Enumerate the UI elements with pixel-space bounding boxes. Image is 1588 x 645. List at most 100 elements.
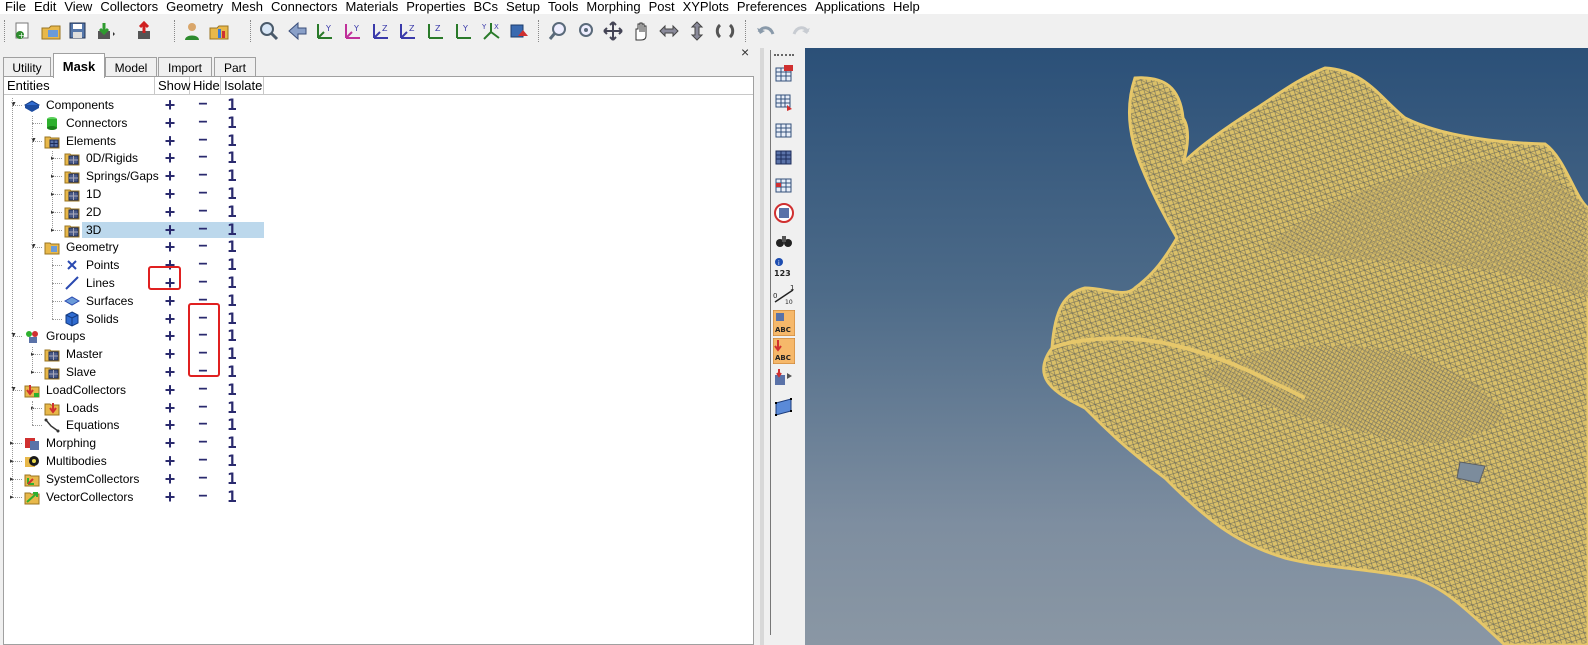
label-abc-icon[interactable]: ABC: [773, 310, 795, 336]
import-icon[interactable]: [95, 20, 117, 42]
menu-preferences[interactable]: Preferences: [733, 0, 811, 13]
hide-button[interactable]: −: [190, 114, 216, 132]
hide-button[interactable]: −: [190, 221, 216, 239]
tree-row[interactable]: ▸ 0D/Rigids + −1: [4, 149, 753, 168]
hand-icon[interactable]: [630, 20, 652, 42]
menu-bcs[interactable]: BCs: [469, 0, 502, 13]
isolate-button[interactable]: 1: [221, 363, 243, 381]
iso-view-4-icon[interactable]: Z: [397, 20, 419, 42]
show-button[interactable]: +: [155, 363, 185, 381]
tree-row[interactable]: ▸ Master + −1: [4, 345, 753, 364]
tab-part[interactable]: Part: [214, 57, 256, 77]
tree-row[interactable]: ▸ Loads + −1: [4, 398, 753, 417]
menu-properties[interactable]: Properties: [402, 0, 469, 13]
show-button[interactable]: +: [155, 132, 185, 150]
toolbar-grip[interactable]: [4, 20, 6, 42]
panel-close-button[interactable]: ×: [741, 44, 749, 60]
show-button[interactable]: +: [155, 114, 185, 132]
show-button[interactable]: +: [155, 185, 185, 203]
hide-button[interactable]: −: [190, 96, 216, 114]
tree-row[interactable]: ▸ Morphing + −1: [4, 434, 753, 453]
mesh-model[interactable]: [805, 48, 1588, 645]
iso-view-3-icon[interactable]: Z: [370, 20, 392, 42]
hide-button[interactable]: −: [190, 434, 216, 452]
tab-model[interactable]: Model: [105, 57, 157, 77]
top-view-icon[interactable]: Z: [425, 20, 447, 42]
graphics-viewport[interactable]: [805, 48, 1588, 645]
tree-row[interactable]: Connectors + −1: [4, 113, 753, 132]
tree-row[interactable]: ▸ 2D + −1: [4, 202, 753, 221]
tree-row[interactable]: ▼ Elements + −1: [4, 131, 753, 150]
zoom-fit-icon[interactable]: [575, 20, 597, 42]
show-button[interactable]: +: [155, 488, 185, 506]
show-button[interactable]: +: [155, 96, 185, 114]
find-binoculars-icon[interactable]: [773, 230, 795, 252]
display-by-collector-icon[interactable]: [773, 91, 795, 113]
column-isolate[interactable]: Isolate: [221, 77, 264, 95]
isolate-button[interactable]: 1: [221, 149, 243, 167]
display-all-icon[interactable]: [773, 119, 795, 141]
export-icon[interactable]: [135, 20, 157, 42]
menu-collectors[interactable]: Collectors: [96, 0, 162, 13]
iso-view-1-icon[interactable]: Y: [314, 20, 336, 42]
user-profile-icon[interactable]: [181, 20, 203, 42]
show-button[interactable]: +: [155, 292, 185, 310]
isolate-button[interactable]: 1: [221, 113, 243, 132]
show-button[interactable]: +: [155, 399, 185, 417]
isolate-button[interactable]: 1: [221, 487, 243, 506]
menu-mesh[interactable]: Mesh: [227, 0, 267, 13]
tree-row[interactable]: ▼ Geometry + −1: [4, 238, 753, 257]
menu-materials[interactable]: Materials: [341, 0, 402, 13]
isolate-button[interactable]: 1: [221, 434, 243, 452]
isolate-button[interactable]: 1: [221, 96, 243, 114]
isolate-button[interactable]: 1: [221, 309, 243, 328]
tree-row[interactable]: ▸ Springs/Gaps + −1: [4, 167, 753, 186]
tab-import[interactable]: Import: [158, 57, 212, 77]
show-button[interactable]: +: [155, 149, 185, 167]
isolate-button[interactable]: 1: [221, 380, 243, 399]
show-button[interactable]: +: [155, 221, 185, 239]
menu-setup[interactable]: Setup: [502, 0, 544, 13]
menu-applications[interactable]: Applications: [811, 0, 889, 13]
tree-row[interactable]: ▸ 3D + −1: [4, 220, 753, 239]
menu-morphing[interactable]: Morphing: [582, 0, 644, 13]
isolate-button[interactable]: 1: [221, 256, 243, 274]
perspective-icon[interactable]: [508, 20, 530, 42]
show-button[interactable]: +: [155, 327, 185, 345]
hide-button[interactable]: −: [190, 416, 216, 434]
hide-button[interactable]: −: [190, 399, 216, 417]
show-button[interactable]: +: [155, 434, 185, 452]
show-button[interactable]: +: [155, 345, 185, 363]
menu-geometry[interactable]: Geometry: [162, 0, 227, 13]
isolate-button[interactable]: 1: [221, 398, 243, 417]
display-mask-icon[interactable]: [773, 202, 795, 224]
numbers-icon[interactable]: i123: [773, 256, 795, 278]
sidebar-grip[interactable]: [774, 54, 794, 56]
zoom-in-icon[interactable]: [547, 20, 569, 42]
hide-button[interactable]: −: [190, 185, 216, 203]
display-elements-icon[interactable]: [773, 63, 795, 85]
show-button[interactable]: +: [155, 167, 185, 185]
menu-post[interactable]: Post: [645, 0, 679, 13]
tree-row[interactable]: ▼ Components + −1: [4, 96, 753, 115]
tree-row[interactable]: ▸ 1D + −1: [4, 185, 753, 204]
menu-view[interactable]: View: [60, 0, 96, 13]
column-hide[interactable]: Hide: [190, 77, 221, 95]
isolate-button[interactable]: 1: [221, 469, 243, 488]
menu-help[interactable]: Help: [889, 0, 924, 13]
isolate-button[interactable]: 1: [221, 274, 243, 292]
show-button[interactable]: +: [155, 452, 185, 470]
hide-button[interactable]: −: [190, 488, 216, 506]
tree-row[interactable]: ▼ Groups + −1: [4, 327, 753, 346]
tab-utility[interactable]: Utility: [3, 57, 51, 77]
menu-xyplots[interactable]: XYPlots: [679, 0, 733, 13]
isolate-button[interactable]: 1: [221, 327, 243, 345]
tree-row[interactable]: Surfaces + −1: [4, 291, 753, 310]
show-button[interactable]: +: [155, 238, 185, 256]
zoom-window-icon[interactable]: [258, 20, 280, 42]
tree-row[interactable]: ▸ Multibodies + −1: [4, 452, 753, 471]
isolate-button[interactable]: 1: [221, 167, 243, 185]
save-model-icon[interactable]: [67, 20, 89, 42]
iso-view-2-icon[interactable]: Y: [342, 20, 364, 42]
rotate-up-down-icon[interactable]: [686, 20, 708, 42]
